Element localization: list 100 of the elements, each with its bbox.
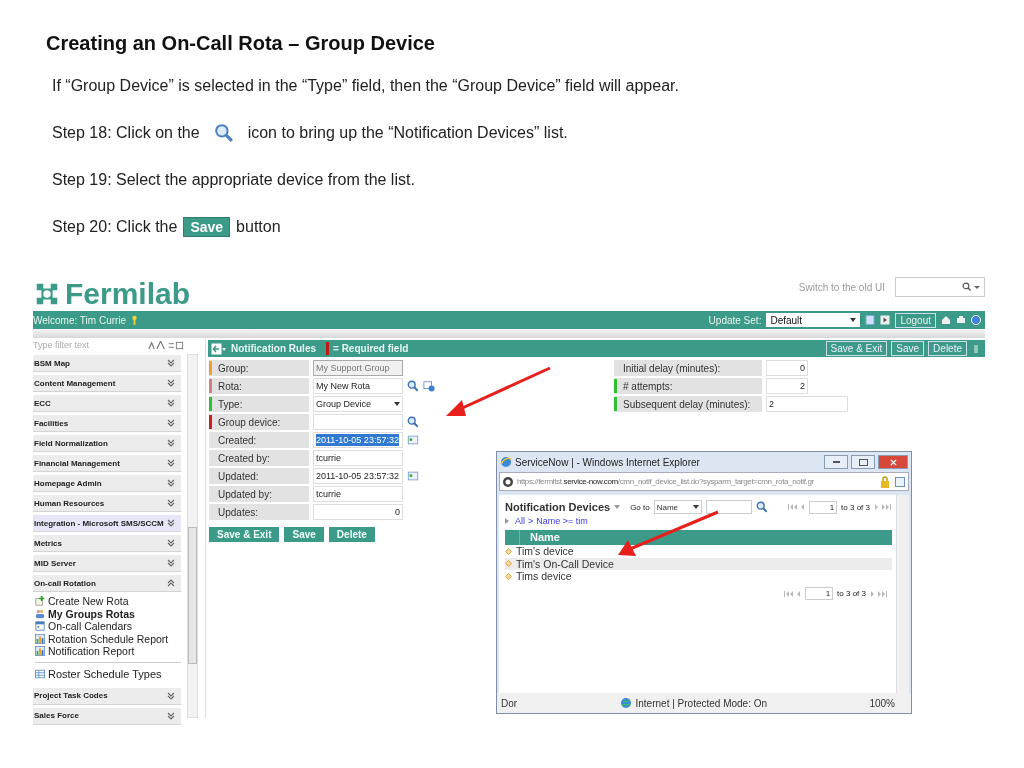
minimize-button[interactable] [824, 455, 848, 469]
instruction-text: If “Group Device” is selected in the “Type” field, then the “Group Device” field will appear. [52, 77, 679, 95]
sidebar-section[interactable]: Sales Force [33, 707, 182, 725]
double-chevron-icon[interactable] [167, 439, 176, 447]
input-field[interactable]: 2011-10-05 23:57:32 [313, 468, 403, 484]
double-chevron-icon[interactable] [167, 711, 176, 720]
browser-icon [500, 456, 512, 468]
slide-title: Creating an On-Call Rota – Group Device [45, 31, 436, 55]
page-field[interactable]: 1 [809, 500, 838, 514]
printer-icon[interactable] [956, 315, 966, 325]
sidebar-section[interactable]: Content Management [33, 375, 182, 392]
page-icon [502, 475, 514, 488]
field-label: Updated: [209, 468, 309, 484]
page-range: to 3 of 3 [837, 589, 866, 598]
sidebar-section[interactable]: ECC [33, 395, 182, 412]
search-icon[interactable] [962, 282, 972, 292]
sidebar-section[interactable]: BSM Map [33, 355, 182, 372]
sidebar-section[interactable]: Facilities [33, 415, 182, 432]
double-chevron-icon[interactable] [167, 499, 176, 507]
page-field[interactable]: 1 [805, 587, 834, 600]
search-field[interactable] [895, 277, 985, 297]
maximize-button[interactable] [851, 455, 875, 469]
double-chevron-icon[interactable] [167, 691, 176, 700]
input-field[interactable]: tcurrie [313, 486, 403, 502]
sidebar-section[interactable]: Field Normalization [33, 435, 182, 452]
info-page-icon[interactable] [423, 380, 435, 392]
zoom-level[interactable]: 100% [869, 697, 895, 709]
home-icon[interactable] [941, 315, 951, 325]
font-size-icon[interactable] [147, 340, 186, 350]
module-link[interactable]: On-call Calendars [35, 620, 182, 633]
search-field[interactable] [705, 500, 752, 514]
input-field[interactable]: tcurrie [313, 450, 403, 466]
module-link[interactable]: Create New Rota [35, 595, 182, 608]
sidebar-section[interactable]: MID Server [33, 555, 182, 572]
calendar-icon[interactable] [407, 470, 419, 482]
scrollbar[interactable] [187, 354, 198, 718]
input-field[interactable]: My Support Group [313, 360, 403, 376]
sidebar-section[interactable]: Metrics [33, 535, 182, 552]
page-range: to 3 of 3 [841, 502, 870, 512]
status-text: Dor [501, 697, 518, 709]
module-link[interactable]: Rotation Schedule Report [35, 632, 182, 645]
double-chevron-icon[interactable] [167, 539, 176, 547]
goto-dropdown[interactable]: Name [653, 500, 702, 514]
input-field[interactable]: 0 [766, 360, 808, 376]
search-icon[interactable] [755, 501, 768, 513]
security-zone: Internet | Protected Mode: On [635, 697, 768, 709]
input-field[interactable] [313, 414, 403, 430]
double-chevron-icon[interactable] [167, 579, 176, 587]
sidebar-section[interactable]: Integration - Microsoft SMS/SCCM [33, 515, 182, 532]
field-label: Created by: [209, 450, 309, 466]
field-label: Rota: [209, 378, 309, 394]
field-label: # attempts: [614, 378, 762, 394]
double-chevron-icon[interactable] [167, 479, 176, 487]
input-field[interactable]: 2011-10-05 23:57:32 [313, 432, 403, 448]
sidebar-section[interactable]: Financial Management [33, 455, 182, 472]
document-icon[interactable] [865, 315, 876, 325]
key-icon[interactable] [131, 314, 139, 326]
instruction-text: icon to bring up the “Notification Devices” list. [247, 124, 568, 142]
device-row[interactable]: Tim's device [505, 545, 892, 558]
module-link[interactable]: Notification Report [35, 645, 182, 658]
instruction-text: button [236, 218, 281, 236]
breadcrumb-link[interactable]: All [515, 516, 525, 526]
input-field[interactable]: My New Rota [313, 378, 403, 394]
close-button[interactable] [878, 455, 908, 469]
field-label: Updates: [209, 504, 309, 520]
field-label: Group: [209, 360, 309, 376]
double-chevron-icon[interactable] [167, 559, 176, 567]
compatibility-icon[interactable] [894, 475, 906, 488]
double-chevron-icon[interactable] [167, 519, 176, 527]
type-dropdown[interactable]: Group Device [313, 396, 403, 412]
update-set-dropdown[interactable]: Default [766, 313, 861, 327]
list-title[interactable]: Notification Devices [505, 501, 611, 513]
sidebar-section[interactable]: On-call Rotation [33, 575, 182, 592]
double-chevron-icon[interactable] [167, 419, 176, 427]
double-chevron-icon[interactable] [167, 359, 176, 367]
device-row[interactable]: Tim's On-Call Device [505, 557, 892, 570]
input-field[interactable]: 0 [313, 504, 403, 520]
double-chevron-icon[interactable] [167, 399, 176, 407]
device-row[interactable]: Tims device [505, 570, 892, 583]
instruction-text: Step 20: Click the [52, 218, 178, 236]
back-arrow-icon[interactable] [211, 342, 227, 355]
sidebar-section[interactable]: Project Task Codes [33, 687, 182, 705]
input-field[interactable]: 2 [766, 378, 808, 394]
close-icon[interactable] [889, 458, 897, 466]
breadcrumb-link[interactable]: Name >= tim [536, 516, 588, 526]
search-icon[interactable] [407, 416, 419, 428]
double-chevron-icon[interactable] [167, 379, 176, 387]
field-label: Initial delay (minutes): [614, 360, 762, 376]
module-link[interactable]: My Groups Rotas [35, 607, 182, 620]
calendar-icon[interactable] [407, 434, 419, 446]
scrollbar[interactable] [896, 495, 909, 693]
search-icon[interactable] [407, 380, 419, 392]
module-link[interactable]: Roster Schedule Types [35, 664, 182, 683]
window-title: ServiceNow | - Windows Internet Explorer [515, 456, 700, 468]
play-icon[interactable] [880, 315, 891, 325]
field-label: Updated by: [209, 486, 309, 502]
sidebar-section[interactable]: Human Resources [33, 495, 182, 512]
input-field[interactable]: 2 [766, 396, 848, 412]
double-chevron-icon[interactable] [167, 459, 176, 467]
sidebar-section[interactable]: Homepage Admin [33, 475, 182, 492]
